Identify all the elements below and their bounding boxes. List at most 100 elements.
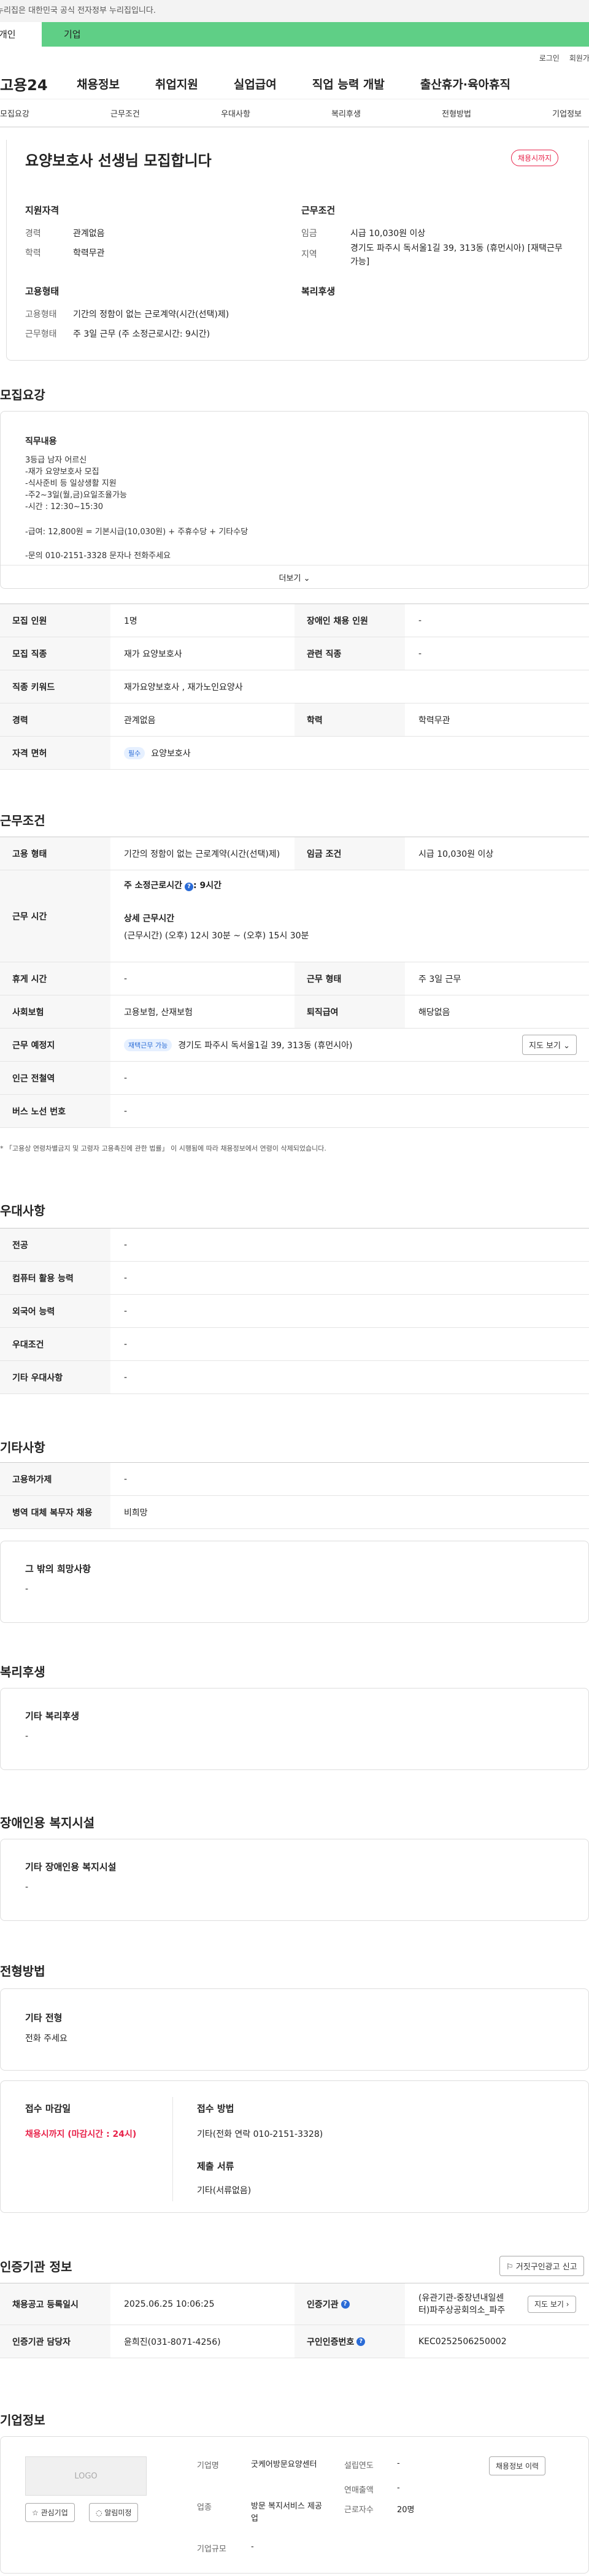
duty-line: -식사준비 등 일상생활 지원 (25, 479, 117, 488)
disabled-value: - (25, 1882, 29, 1892)
pref-head: 우대사항 (0, 1203, 45, 1218)
snb-item-work[interactable]: 근무조건 (110, 107, 140, 119)
emp-head: 고용형태 (25, 286, 60, 297)
disabled-card: 기타 장애인용 복지시설 - (0, 1839, 589, 1921)
snb-item-recruit[interactable]: 모집요강 (0, 107, 29, 119)
gov-banner: 이 누리집은 대한민국 공식 전자정부 누리집입니다. (0, 0, 589, 22)
snb-item-company[interactable]: 기업정보 (552, 107, 582, 119)
welfare-card: 기타 복리후생 - (0, 1688, 589, 1770)
snb-item-screening[interactable]: 전형방법 (442, 107, 471, 119)
duty-head: 직무내용 (25, 437, 57, 447)
area-value: 경기도 파주시 독서울1길 39, 313동 (휴먼시아) [재택근무 가능] (350, 243, 563, 267)
sales-value: - (397, 2483, 400, 2493)
docs-value: 기타(서류없음) (197, 2186, 252, 2196)
global-nav: 고용24 채용정보 취업지원 실업급여 직업 능력 개발 출산휴가·육아휴직 (0, 69, 589, 99)
table-row: 우대조건 - (0, 1328, 589, 1361)
welfare-section-head: 복리후생 (0, 1665, 45, 1679)
cond-head: 근무조건 (301, 205, 336, 216)
required-badge: 필수 (124, 746, 145, 759)
duty-card: 직무내용 3등급 남자 어르신 -재가 요양보호사 모집 -식사준비 등 일상생… (0, 411, 589, 589)
job-history-button[interactable]: 채용정보 이력 (489, 2456, 546, 2475)
alarm-button[interactable]: ◌ 알림미정 (89, 2503, 139, 2522)
workform-value: 주 3일 근무 (주 소정근로시간: 9시간) (73, 329, 210, 339)
table-row: 고용 형태 기간의 정함이 없는 근로계약(시간(선택)제) 임금 조건 시급 10,… (0, 837, 589, 870)
signup-link[interactable]: 회원가입 (569, 53, 589, 63)
duty-line: -주2~3일(월,금)요일조율가능 (25, 491, 128, 500)
cert-head: 인증기관 정보 (0, 2260, 72, 2274)
screening-value: 전화 주세요 (25, 2034, 67, 2044)
deadline-label: 접수 마감일 (25, 2103, 71, 2114)
gnb-item-training[interactable]: 직업 능력 개발 (312, 75, 385, 92)
star-icon: ☆ (32, 2509, 39, 2517)
table-row: 사회보험 고용보험, 산재보험 퇴직급여 해당없음 (0, 995, 589, 1029)
help-icon[interactable]: ? (185, 883, 194, 891)
edu-label: 학력 (25, 248, 41, 258)
etc-head: 기타사항 (0, 1440, 45, 1455)
exp-label: 경력 (25, 229, 41, 239)
method-value: 기타(전화 연락 010-2151-3328) (197, 2129, 323, 2139)
favorite-button[interactable]: ☆ 관심기업 (25, 2503, 75, 2522)
industry-label: 업종 (197, 2503, 212, 2512)
remote-badge: 재택근무 가능 (124, 1038, 172, 1051)
screening-card: 기타 전형 전화 주세요 (0, 1988, 589, 2071)
table-row: 전공 - (0, 1229, 589, 1262)
tab-personal[interactable]: 개인 (0, 22, 42, 47)
cert-map-button[interactable]: 지도 보기 › (528, 2295, 576, 2313)
top-tabs: 개인 기업 (0, 22, 589, 47)
employees-value: 20명 (397, 2505, 415, 2515)
deadline-badge: 채용시까지 (511, 150, 559, 166)
recruit-head: 모집요강 (0, 388, 45, 402)
map-button[interactable]: 지도 보기 ⌄ (522, 1035, 577, 1055)
job-title: 요양보호사 선생님 모집합니다 (25, 152, 212, 169)
table-row: 근무 시간 주 소정근로시간?: 9시간 상세 근무시간 (근무시간) (오후)… (0, 870, 589, 962)
help-icon[interactable]: ? (356, 2337, 366, 2346)
table-row: 모집 직종 재가 요양보호사 관련 직종 - (0, 637, 589, 670)
disabled-sub: 기타 장애인용 복지시설 (25, 1861, 117, 1873)
section-nav: 모집요강 근무조건 우대사항 복리후생 전형방법 기업정보 (0, 99, 589, 128)
table-row: 근무 예정지 재택근무 가능 경기도 파주시 독서울1길 39, 313동 (휴먼시… (0, 1029, 589, 1062)
bell-icon: ◌ (96, 2509, 102, 2517)
screening-head: 전형방법 (0, 1964, 45, 1979)
size-value: - (251, 2542, 254, 2551)
table-row: 외국어 능력 - (0, 1295, 589, 1328)
table-row: 경력 관계없음 학력 학력무관 (0, 703, 589, 737)
recruit-table: 모집 인원 1명 장애인 채용 인원 - 모집 직종 재가 요양보호사 관련 직종 - 직종… (0, 604, 589, 770)
company-head: 기업정보 (0, 2413, 45, 2428)
qual-head: 지원자격 (25, 205, 60, 216)
duty-line: 3등급 남자 어르신 (25, 456, 87, 465)
table-row: 버스 노선 번호 - (0, 1095, 589, 1128)
table-row: 인근 전철역 - (0, 1062, 589, 1095)
duty-lines: 3등급 남자 어르신 -재가 요양보호사 모집 -식사준비 등 일상생활 지원 … (25, 454, 248, 562)
table-row: 직종 키워드 재가요양보호사 , 재가노인요양사 (0, 670, 589, 703)
table-row: 병역 대체 복무자 채용 비희망 (0, 1496, 589, 1529)
report-icon: ⚐ (506, 2263, 514, 2272)
work-head: 근무조건 (0, 813, 45, 828)
gnb-item-jobs[interactable]: 채용정보 (77, 75, 120, 92)
pref-table: 전공 - 컴퓨터 활용 능력 - 외국어 능력 - 우대조건 - 기타 우대사항 - (0, 1228, 589, 1394)
duty-line: -문의 010-2151-3328 문자나 전화주세요 (25, 551, 171, 561)
duty-line: -급여: 12,800원 = 기본시급(10,030원) + 주휴수당 + 기타… (25, 527, 248, 537)
login-link[interactable]: 로그인 (539, 53, 560, 63)
brand-logo[interactable]: 고용24 (0, 73, 77, 94)
wage-label: 임금 (301, 229, 317, 239)
area-label: 지역 (301, 250, 317, 259)
gnb-item-support[interactable]: 취업지원 (155, 75, 198, 92)
util-bar: 로그인 회원가입 (0, 47, 589, 69)
disabled-head: 장애인용 복지시설 (0, 1815, 95, 1830)
snb-item-pref[interactable]: 우대사항 (221, 107, 250, 119)
gnb-item-leave[interactable]: 출산휴가·육아휴직 (420, 75, 510, 92)
hope-card: 그 밖의 희망사항 - (0, 1541, 589, 1623)
company-name-value: 굿케어방문요양센터 (251, 2460, 317, 2469)
more-button[interactable]: 더보기 ⌄ (1, 565, 588, 583)
estab-value: - (397, 2459, 400, 2468)
tab-company[interactable]: 기업 (42, 22, 589, 47)
cert-table: 채용공고 등록일시 2025.06.25 10:06:25 인증기관? (유관기관-중… (0, 2283, 589, 2358)
snb-item-welfare[interactable]: 복리후생 (331, 107, 361, 119)
apply-divider (172, 2097, 173, 2201)
table-row: 인증기관 담당자 윤희진(031-8071-4256) 구인인증번호? KEC0252… (0, 2325, 589, 2358)
help-icon[interactable]: ? (341, 2299, 350, 2309)
gnb-item-benefit[interactable]: 실업급여 (234, 75, 277, 92)
report-button[interactable]: ⚐ 거짓구인광고 신고 (499, 2256, 584, 2276)
industry-value: 방문 복지서비스 제공업 (251, 2502, 322, 2523)
duty-line: -재가 요양보호사 모집 (25, 467, 99, 477)
